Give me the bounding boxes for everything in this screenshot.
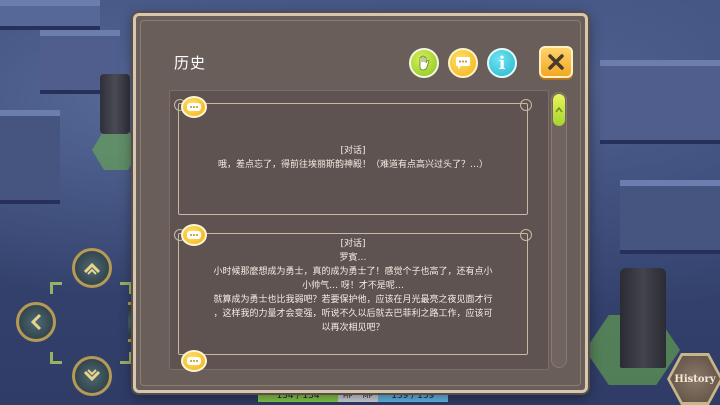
- hand-icon: [419, 55, 430, 71]
- terrain-block: [0, 110, 60, 200]
- stone-statue: [620, 268, 666, 368]
- terrain-block: [0, 0, 100, 26]
- dpad-down-button[interactable]: [72, 356, 112, 396]
- entry-line: ，这样我的力量才会变强，听说不久以后就去巴菲利之路工作，应该可: [213, 309, 493, 319]
- chevron-down-icon: [83, 369, 101, 382]
- entry-line: 以再次相见吧？: [321, 323, 385, 333]
- speech-bubble-icon: [181, 96, 207, 118]
- entry-tag: [对话]: [340, 146, 366, 156]
- info-button[interactable]: i: [487, 48, 517, 78]
- close-button[interactable]: [539, 46, 573, 78]
- chevron-up-icon: [555, 107, 563, 113]
- dpad-corner: [50, 282, 62, 294]
- dpad-left-button[interactable]: [16, 302, 56, 342]
- chat-filter-button[interactable]: [448, 48, 478, 78]
- scrollbar-track[interactable]: [551, 92, 567, 368]
- chevron-left-icon: [30, 313, 42, 331]
- speech-bubble-icon: [181, 224, 207, 246]
- list-item: [对话] 哦，差点忘了，得前往埃丽斯韵神殿！（难道有点高兴过头了？…）: [174, 99, 532, 215]
- entry-line: 罗賓…: [339, 253, 367, 263]
- terrain-block: [620, 180, 720, 250]
- stone-statue: [100, 74, 130, 134]
- dialog-title: 历史: [174, 54, 207, 72]
- info-icon: i: [498, 52, 506, 74]
- hand-filter-button[interactable]: [409, 48, 439, 78]
- dpad-corner: [120, 282, 132, 294]
- terrain-block: [600, 60, 720, 140]
- history-list[interactable]: [对话] 哦，差点忘了，得前往埃丽斯韵神殿！（难道有点高兴过头了？…） [对话]…: [169, 90, 549, 370]
- chat-bubble-icon: [456, 57, 470, 69]
- history-dialog: 历史 i [对话] 哦，差点忘了，得前往埃丽斯韵神殿！（难道有点高兴过头了？…）…: [133, 13, 588, 393]
- scrollbar-thumb[interactable]: [553, 94, 565, 126]
- dpad-corner: [50, 352, 62, 364]
- entry-tag: [对话]: [340, 239, 366, 249]
- speech-bubble-icon: [181, 350, 207, 372]
- entry-line: 小帅气… 呀！才不是呢…: [302, 281, 404, 291]
- list-item: [对话] 罗賓… 小时候那麼想成为勇士，真的成为勇士了！感觉个子也高了，还有点小…: [174, 229, 532, 355]
- close-icon: [548, 54, 564, 70]
- entry-line: 就算成为勇士也比我弱吧？若要保护他，应该在月光最亮之夜见面才行: [213, 295, 493, 305]
- chevron-up-icon: [83, 262, 101, 275]
- dpad-up-button[interactable]: [72, 248, 112, 288]
- entry-line: 哦，差点忘了，得前往埃丽斯韵神殿！（难道有点高兴过头了？…）: [217, 160, 488, 170]
- entry-line: 小时候那麼想成为勇士，真的成为勇士了！感觉个子也高了，还有点小: [213, 267, 493, 277]
- dpad-corner: [120, 352, 132, 364]
